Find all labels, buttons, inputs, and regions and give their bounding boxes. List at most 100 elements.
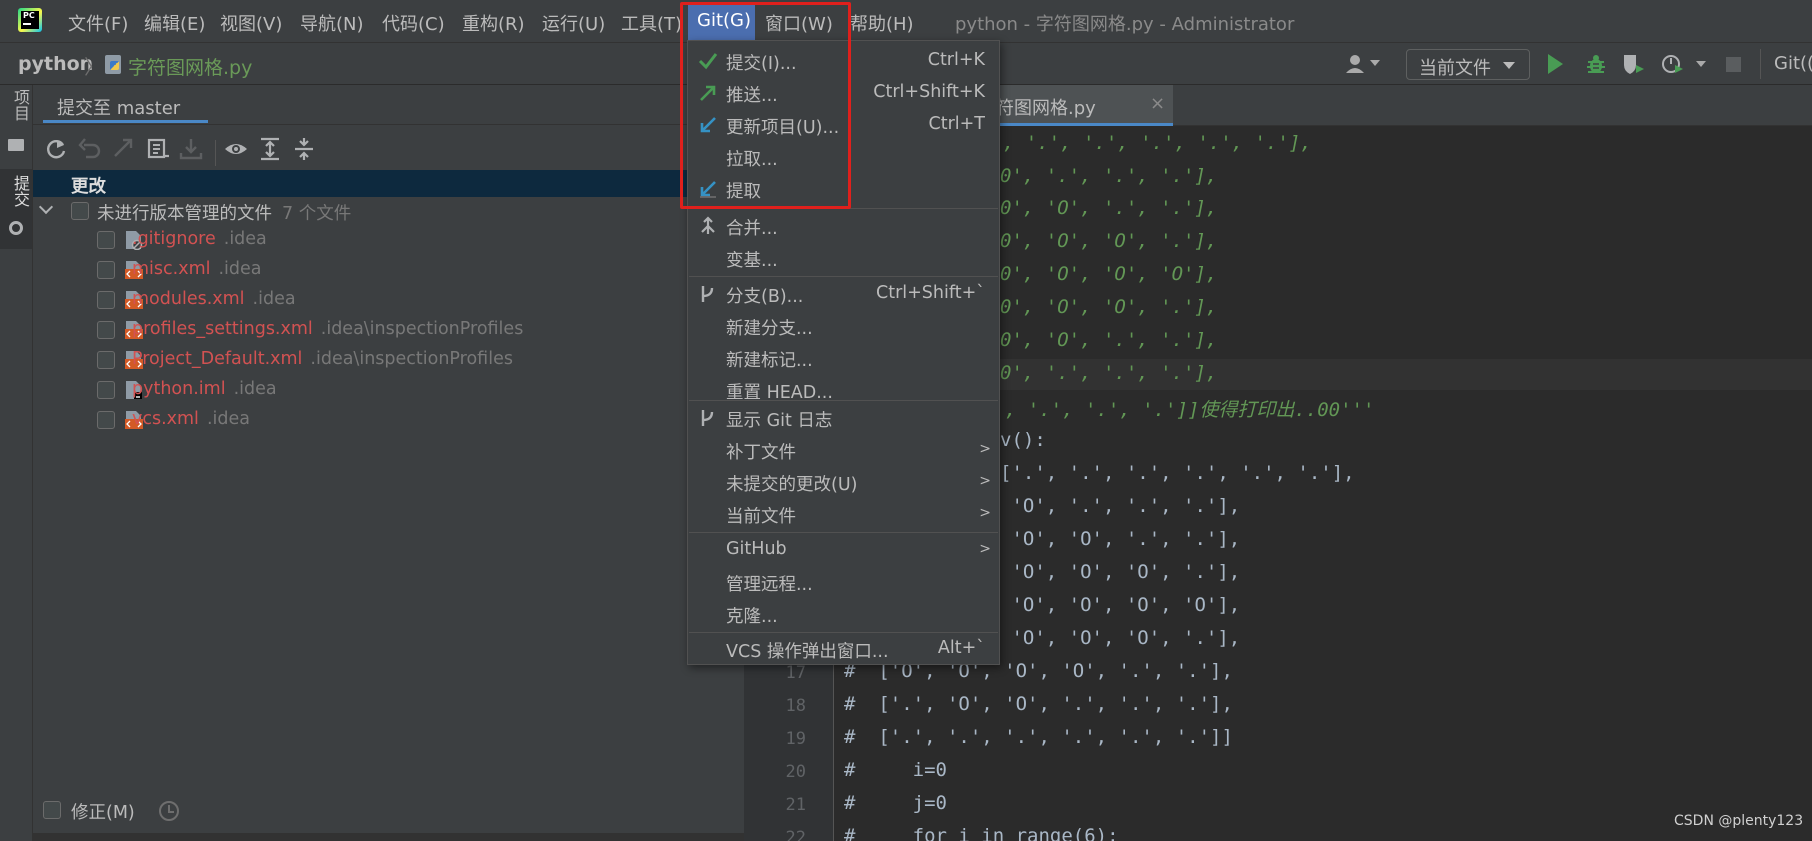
menu-run[interactable]: 运行(U): [542, 10, 605, 36]
menu-edit[interactable]: 编辑(E): [144, 10, 205, 36]
breadcrumb-project[interactable]: python: [18, 53, 93, 75]
menu-help[interactable]: 帮助(H): [850, 10, 914, 36]
commit-panel-header: 提交至 master: [33, 85, 744, 125]
code-line: .', '.', '.', '.']]使得打印出..00''': [982, 399, 1375, 421]
menu-file[interactable]: 文件(F): [68, 10, 128, 36]
changelist-icon[interactable]: [145, 136, 171, 162]
menu-navigate[interactable]: 导航(N): [300, 10, 364, 36]
menu-bar: PC 文件(F) 编辑(E) 视图(V) 导航(N) 代码(C) 重构(R) 运…: [0, 0, 1812, 42]
line-number: 17: [785, 663, 806, 683]
code-line: # j=0: [844, 792, 947, 814]
file-checkbox[interactable]: [97, 351, 115, 369]
file-checkbox[interactable]: [97, 261, 115, 279]
group-label: 未进行版本管理的文件 7 个文件: [97, 204, 352, 224]
editor-tab[interactable]: 符图网格.py ×: [988, 85, 1173, 126]
menu-refactor[interactable]: 重构(R): [462, 10, 525, 36]
menu-item-manage-remotes[interactable]: 管理远程...: [688, 566, 999, 598]
pycharm-logo-icon[interactable]: PC: [18, 8, 42, 32]
menu-item-patch-file[interactable]: 补丁文件 >: [688, 434, 999, 466]
file-checkbox[interactable]: [97, 411, 115, 429]
code-line: 'O', '.', '.', '.'],: [1000, 495, 1241, 517]
menu-item-new-tag[interactable]: 新建标记...: [688, 342, 999, 374]
coverage-icon[interactable]: [1622, 53, 1646, 75]
menu-tools[interactable]: 工具(T): [621, 10, 682, 36]
menu-item-clone[interactable]: 克隆...: [688, 598, 999, 630]
file-row[interactable]: vcs.xml .idea: [33, 405, 744, 435]
merge-icon: [698, 216, 718, 240]
file-row[interactable]: misc.xml .idea: [33, 255, 744, 285]
unversioned-group-row[interactable]: 未进行版本管理的文件 7 个文件: [33, 197, 744, 224]
breadcrumb-file[interactable]: 字符图网格.py: [128, 53, 252, 80]
amend-checkbox[interactable]: [43, 801, 61, 819]
submenu-arrow-icon: >: [979, 505, 991, 521]
file-checkbox[interactable]: [97, 321, 115, 339]
user-dropdown-chevron-icon[interactable]: [1370, 60, 1380, 66]
menu-item-branches[interactable]: 分支(B)... Ctrl+Shift+`: [688, 278, 999, 310]
project-tool-tab[interactable]: 项目: [0, 85, 32, 161]
code-line: 0', 'O', 'O', '.'],: [1000, 296, 1218, 318]
menu-item-new-branch[interactable]: 新建分支...: [688, 310, 999, 342]
file-row[interactable]: python.iml .idea: [33, 375, 744, 405]
file-row[interactable]: profiles_settings.xml .idea\inspectionPro…: [33, 315, 744, 345]
menu-item-uncommitted-changes[interactable]: 未提交的更改(U) >: [688, 466, 999, 498]
file-name: Project_Default.xml .idea\inspectionProfi…: [132, 349, 513, 369]
group-checkbox[interactable]: [71, 202, 89, 220]
file-name: misc.xml .idea: [132, 259, 262, 279]
clock-icon[interactable]: [159, 801, 179, 821]
code-line: # for i in range(6):: [844, 825, 1119, 841]
code-line: 'O', 'O', 'O', '.'],: [1000, 627, 1241, 649]
profile-icon[interactable]: [1661, 53, 1685, 75]
file-checkbox[interactable]: [97, 381, 115, 399]
menu-separator: [689, 532, 998, 533]
branch-icon: [698, 284, 718, 308]
file-name: modules.xml .idea: [132, 289, 296, 309]
tool-window-strip: 项目 提交: [0, 85, 33, 841]
code-line: 0', 'O', 'O', '.'],: [1000, 230, 1218, 252]
code-line: 'O', 'O', '.', '.'],: [1000, 528, 1241, 550]
file-name: .gitignore .idea: [132, 229, 267, 249]
menu-item-vcs-popup[interactable]: VCS 操作弹出窗口... Alt+`: [688, 634, 999, 664]
amend-label[interactable]: 修正(M): [71, 799, 135, 824]
changes-header-row[interactable]: 更改: [33, 170, 744, 197]
highlight-box: [680, 2, 851, 209]
commit-tool-tab[interactable]: 提交: [0, 169, 32, 249]
eye-icon[interactable]: [223, 136, 249, 162]
refresh-icon[interactable]: [43, 136, 69, 162]
file-row[interactable]: modules.xml .idea: [33, 285, 744, 315]
show-diff-icon[interactable]: [111, 136, 137, 162]
file-row[interactable]: Project_Default.xml .idea\inspectionProfi…: [33, 345, 744, 375]
commit-panel-title[interactable]: 提交至 master: [57, 94, 180, 120]
chevron-down-icon[interactable]: [38, 199, 54, 215]
close-tab-icon[interactable]: ×: [1150, 93, 1165, 114]
more-run-chevron-icon[interactable]: [1696, 61, 1706, 67]
code-line: ['.', '.', '.', '.', '.', '.'],: [1000, 462, 1355, 484]
submenu-arrow-icon: >: [979, 541, 991, 557]
menu-code[interactable]: 代码(C): [382, 10, 445, 36]
user-icon[interactable]: [1345, 53, 1367, 75]
menu-item-github[interactable]: GitHub >: [688, 534, 999, 566]
file-checkbox[interactable]: [97, 231, 115, 249]
watermark: CSDN @plenty123: [1674, 813, 1804, 829]
git-toolbar-label[interactable]: Git((: [1774, 53, 1812, 74]
line-number: 22: [785, 828, 806, 841]
menu-item-merge[interactable]: 合并...: [688, 210, 999, 242]
code-line: # ['.', 'O', 'O', '.', '.', '.'],: [844, 693, 1233, 715]
shelve-icon[interactable]: [178, 136, 204, 162]
code-line: # i=0: [844, 759, 947, 781]
stop-icon[interactable]: [1726, 57, 1741, 72]
file-name: vcs.xml .idea: [132, 409, 250, 429]
menu-item-rebase[interactable]: 变基...: [688, 242, 999, 274]
rollback-icon[interactable]: [77, 136, 103, 162]
run-config-select[interactable]: 当前文件: [1406, 49, 1530, 80]
run-icon[interactable]: [1548, 54, 1563, 74]
file-checkbox[interactable]: [97, 291, 115, 309]
collapse-all-icon[interactable]: [291, 136, 317, 162]
expand-all-icon[interactable]: [257, 136, 283, 162]
menu-separator: [689, 276, 998, 277]
menu-view[interactable]: 视图(V): [220, 10, 282, 36]
menu-item-show-git-log[interactable]: 显示 Git 日志: [688, 402, 999, 434]
menu-separator: [689, 400, 998, 401]
file-row[interactable]: .gitignore .idea: [33, 225, 744, 255]
debug-icon[interactable]: [1585, 53, 1607, 75]
menu-item-current-file[interactable]: 当前文件 >: [688, 498, 999, 530]
